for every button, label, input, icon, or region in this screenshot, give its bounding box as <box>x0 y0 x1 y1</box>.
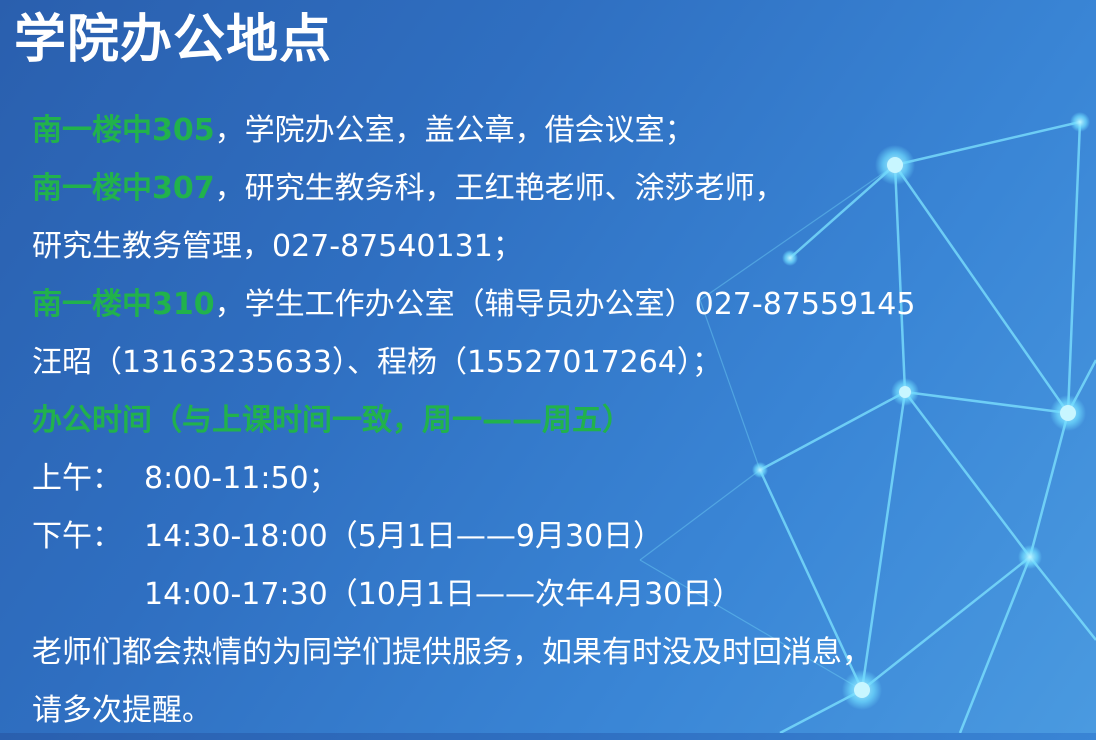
morning-label: 上午： <box>32 461 122 496</box>
office-line-305: 南一楼中305，学院办公室，盖公章，借会议室； <box>32 102 915 160</box>
page-title: 学院办公地点 <box>14 10 333 70</box>
morning-time: 8:00-11:50； <box>144 461 339 496</box>
room-305-label: 南一楼中305 <box>32 113 215 148</box>
office-hours-heading: 办公时间（与上课时间一致，周一——周五） <box>32 392 915 450</box>
room-310-desc: ，学生工作办公室（辅导员办公室）027-87559145 <box>214 287 916 322</box>
afternoon-time-summer: 14:30-18:00（5月1日——9月30日） <box>144 519 664 554</box>
reminder-note-text: 请多次提醒。 <box>32 693 212 728</box>
office-line-307-contact: 研究生教务管理，027-87540131； <box>32 218 915 276</box>
room-307-contact: 研究生教务管理，027-87540131； <box>32 229 523 264</box>
room-310-contacts: 汪昭（13163235633）、程杨（15527017264）； <box>32 345 722 380</box>
service-note-text: 老师们都会热情的为同学们提供服务，如果有时没及时回消息， <box>32 635 872 670</box>
office-line-310-contacts: 汪昭（13163235633）、程杨（15527017264）； <box>32 334 915 392</box>
office-info-content: 南一楼中305，学院办公室，盖公章，借会议室； 南一楼中307，研究生教务科，王… <box>32 102 915 740</box>
room-310-label: 南一楼中310 <box>32 287 215 322</box>
office-line-307: 南一楼中307，研究生教务科，王红艳老师、涂莎老师， <box>32 160 915 218</box>
room-307-label: 南一楼中307 <box>32 171 215 206</box>
reminder-note: 请多次提醒。 <box>32 682 915 740</box>
room-307-desc: ，研究生教务科，王红艳老师、涂莎老师， <box>214 171 785 206</box>
afternoon-label: 下午： <box>32 519 122 554</box>
office-line-310: 南一楼中310，学生工作办公室（辅导员办公室）027-87559145 <box>32 276 915 334</box>
service-note: 老师们都会热情的为同学们提供服务，如果有时没及时回消息， <box>32 624 915 682</box>
afternoon-hours-summer: 下午： 14:30-18:00（5月1日——9月30日） <box>32 508 915 566</box>
morning-hours: 上午： 8:00-11:50； <box>32 450 915 508</box>
office-hours-title: 办公时间（与上课时间一致，周一——周五） <box>32 403 632 438</box>
afternoon-time-winter: 14:00-17:30（10月1日——次年4月30日） <box>144 577 743 612</box>
afternoon-hours-winter: 14:00-17:30（10月1日——次年4月30日） <box>32 566 915 624</box>
room-305-desc: ，学院办公室，盖公章，借会议室； <box>214 113 695 148</box>
